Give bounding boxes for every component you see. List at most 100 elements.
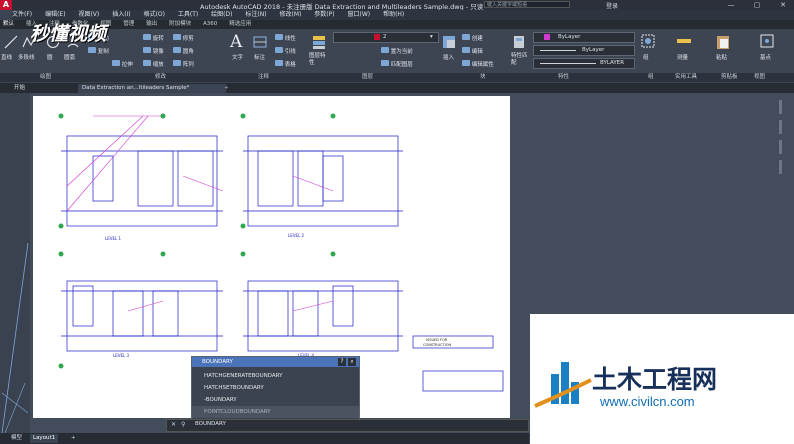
edit-attributes-button[interactable]: 编辑属性 xyxy=(462,60,494,68)
panel-layers[interactable]: 图层 xyxy=(362,73,373,82)
tab-model[interactable]: 模型 xyxy=(8,434,25,443)
fillet-icon xyxy=(173,47,181,53)
array-button[interactable]: 阵列 xyxy=(173,60,194,68)
customize-icon[interactable]: ⚲ xyxy=(181,421,185,428)
tab-manage[interactable]: 管理 xyxy=(123,20,134,29)
panel-properties[interactable]: 特性 xyxy=(558,73,569,82)
autocomplete-item[interactable]: POINTCLOUDBOUNDARY xyxy=(192,406,359,418)
dimension-button[interactable]: 标注 xyxy=(254,53,265,61)
base-point-button[interactable]: 基点 xyxy=(760,53,771,61)
measure-icon[interactable] xyxy=(676,35,692,49)
menu-window[interactable]: 窗口(W) xyxy=(348,10,371,20)
menu-format[interactable]: 格式(O) xyxy=(144,10,165,20)
navigation-bar[interactable] xyxy=(775,96,787,296)
copy-button[interactable]: 复制 xyxy=(88,47,109,55)
linetype-dropdown[interactable]: ByLayer xyxy=(533,45,635,56)
autocomplete-item[interactable]: HATCHSETBOUNDARY xyxy=(192,382,359,394)
text-icon[interactable]: A xyxy=(230,32,242,52)
paste-icon[interactable] xyxy=(716,34,730,52)
group-icon[interactable] xyxy=(641,34,655,50)
close-command-icon[interactable]: ✕ xyxy=(171,421,176,428)
add-layout-icon[interactable]: + xyxy=(68,434,79,443)
linear-dim-button[interactable]: 线性 xyxy=(275,34,296,42)
close-icon[interactable]: ✕ xyxy=(772,0,794,10)
sign-in-link[interactable]: 登录 xyxy=(606,1,618,10)
edit-block-button[interactable]: 编辑 xyxy=(462,47,483,55)
panel-utilities[interactable]: 实用工具 xyxy=(675,73,697,82)
panel-view[interactable]: 视图 xyxy=(754,73,765,82)
panel-modify[interactable]: 修改 xyxy=(155,73,166,82)
search-input[interactable]: 键入关键字或短语 xyxy=(484,1,570,8)
set-current-button[interactable]: 置为当前 xyxy=(381,47,413,55)
circle-button[interactable]: 圆 xyxy=(47,53,53,61)
rotate-button[interactable]: 旋转 xyxy=(143,34,164,42)
menu-parameter[interactable]: 参数(P) xyxy=(314,10,334,20)
tab-default[interactable]: 默认 xyxy=(3,20,14,29)
leader-button[interactable]: 引线 xyxy=(275,47,296,55)
paste-button[interactable]: 粘贴 xyxy=(716,53,727,61)
layer-properties-icon[interactable] xyxy=(311,34,327,52)
autocomplete-header[interactable]: BOUNDARY xyxy=(192,357,359,367)
match-properties-button[interactable]: 特性匹配 xyxy=(511,53,529,67)
insert-block-icon[interactable] xyxy=(441,34,457,52)
layer-dropdown[interactable]: 2 ▾ xyxy=(333,32,439,43)
autocomplete-item[interactable]: HATCHGENERATEBOUNDARY xyxy=(192,370,359,382)
dimension-icon[interactable] xyxy=(252,34,268,52)
polyline-button[interactable]: 多段线 xyxy=(18,53,35,61)
menu-insert[interactable]: 插入(I) xyxy=(112,10,130,20)
nav-pan-icon[interactable] xyxy=(779,100,782,114)
arc-button[interactable]: 圆弧 xyxy=(64,53,75,61)
match-layer-button[interactable]: 匹配图层 xyxy=(381,60,413,68)
panel-groups[interactable]: 组 xyxy=(648,73,654,82)
issued-for-label: ISSUED FOR xyxy=(426,338,448,342)
tab-a360[interactable]: A360 xyxy=(203,20,217,29)
create-block-button[interactable]: 创建 xyxy=(462,34,483,42)
group-button[interactable]: 组 xyxy=(643,53,649,61)
base-point-icon[interactable] xyxy=(760,34,774,50)
tab-output[interactable]: 输出 xyxy=(146,20,157,29)
line-button[interactable]: 直线 xyxy=(1,53,12,61)
autocad-logo-icon[interactable]: A xyxy=(0,0,12,10)
measure-button[interactable]: 测量 xyxy=(677,53,688,61)
nav-orbit-icon[interactable] xyxy=(779,140,782,154)
autocomplete-item[interactable]: -BOUNDARY xyxy=(192,394,359,406)
watermark-url: www.civilcn.com xyxy=(600,394,695,409)
panel-clipboard[interactable]: 剪贴板 xyxy=(721,73,738,82)
trim-button[interactable]: 修剪 xyxy=(173,34,194,42)
nav-showmotion-icon[interactable] xyxy=(779,160,782,174)
command-input[interactable]: BOUNDARY xyxy=(195,421,226,427)
menu-tools[interactable]: 工具(T) xyxy=(178,10,198,20)
color-dropdown[interactable]: ByLayer xyxy=(533,32,635,43)
fillet-button[interactable]: 圆角 xyxy=(173,47,194,55)
panel-draw[interactable]: 绘图 xyxy=(40,73,51,82)
menu-help[interactable]: 帮助(H) xyxy=(383,10,404,20)
tab-start[interactable]: 开始 xyxy=(10,84,29,93)
menu-dimension[interactable]: 标注(N) xyxy=(245,10,266,20)
stretch-button[interactable]: 拉伸 xyxy=(112,60,133,68)
tab-featured-apps[interactable]: 精选应用 xyxy=(229,20,251,29)
panel-annotation[interactable]: 注释 xyxy=(258,73,269,82)
command-autocomplete[interactable]: BOUNDARY ? ⌕ HATCHGENERATEBOUNDARY HATCH… xyxy=(191,356,360,420)
help-icon[interactable]: ? xyxy=(338,358,346,366)
nav-zoom-icon[interactable] xyxy=(779,120,782,134)
menu-draw[interactable]: 绘图(D) xyxy=(211,10,232,20)
scale-button[interactable]: 缩放 xyxy=(143,60,164,68)
line-icon[interactable] xyxy=(4,35,18,51)
tab-addins[interactable]: 附加模块 xyxy=(169,20,191,29)
web-search-icon[interactable]: ⌕ xyxy=(348,358,356,366)
lineweight-dropdown[interactable]: BYLAYER xyxy=(533,58,635,69)
command-line[interactable]: ✕ ⚲ BOUNDARY xyxy=(166,419,529,432)
layer-properties-button[interactable]: 图层特性 xyxy=(309,53,329,67)
tab-layout1[interactable]: Layout1 xyxy=(30,434,59,443)
text-button[interactable]: 文字 xyxy=(232,53,243,61)
maximize-icon[interactable]: ▢ xyxy=(746,0,768,10)
panel-block[interactable]: 块 xyxy=(480,73,486,82)
match-properties-icon[interactable] xyxy=(511,34,527,52)
minimize-icon[interactable]: — xyxy=(720,0,742,10)
menu-modify[interactable]: 修改(M) xyxy=(280,10,302,20)
new-tab-icon[interactable]: + xyxy=(220,84,233,93)
tab-drawing[interactable]: Data Extraction an...ltileaders Sample* xyxy=(78,84,226,93)
table-button[interactable]: 表格 xyxy=(275,60,296,68)
insert-button[interactable]: 插入 xyxy=(443,53,454,61)
mirror-button[interactable]: 镜像 xyxy=(143,47,164,55)
